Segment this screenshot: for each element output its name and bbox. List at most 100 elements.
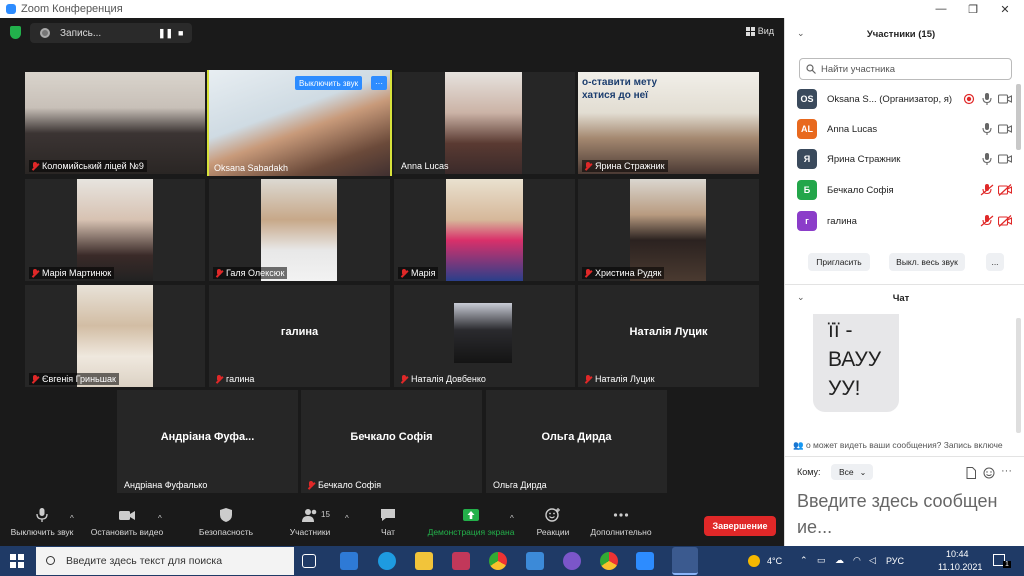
video-off-icon[interactable] [998,215,1012,227]
tray-language-indicator[interactable]: РУС [886,556,904,566]
security-button[interactable]: Безопасность [196,508,256,537]
media-player-icon[interactable] [452,552,470,570]
participant-row[interactable]: AL Anna Lucas [797,119,1012,139]
mail-app-icon[interactable] [340,552,358,570]
encryption-shield-icon[interactable] [10,26,21,39]
video-camera-icon [119,511,135,520]
stop-recording-button[interactable]: ■ [178,28,183,38]
weather-temperature[interactable]: 4°C [767,556,782,566]
muted-mic-icon [308,480,315,490]
mute-all-button[interactable]: Выкл. весь звук [889,253,965,271]
window-titlebar: Zoom Конференция — ❐ ✕ [0,0,1024,18]
video-tile-bechkalo-sofiia[interactable]: Бечкало Софія Бечкало Софія [301,390,482,493]
participants-more-button[interactable]: ... [986,253,1004,271]
meeting-toolbar: Выключить звук ^ Остановить видео ^ Безо… [0,496,784,546]
participant-search-input[interactable]: Найти участника [799,58,1012,80]
more-options-button[interactable]: Дополнительно [588,508,654,537]
video-tile-halyna[interactable]: галина галина [209,285,390,387]
zoom-taskbar-icon[interactable] [636,552,654,570]
muted-mic-icon [32,268,39,278]
weather-sun-icon[interactable] [748,555,760,567]
video-tile-kolomyia-lyceum[interactable]: Коломийський ліцей №9 [25,72,205,174]
chat-scrollbar[interactable] [1016,318,1021,433]
video-tile-khrystyna-rudiak[interactable]: Христина Рудяк [578,179,759,281]
windows-start-icon[interactable] [10,554,24,568]
viber-app-icon[interactable] [563,552,581,570]
edge-browser-icon[interactable] [378,552,396,570]
participant-row[interactable]: OS Oksana S... (Организатор, я) [797,89,1012,109]
audio-options-caret[interactable]: ^ [70,514,74,523]
tile-name-label: Євгенія Гриньшак [29,373,119,385]
video-options-caret[interactable]: ^ [158,514,162,523]
microphone-icon[interactable] [980,123,994,135]
tray-wifi-icon[interactable]: ◠ [853,555,861,566]
video-tile-nataliia-dovbenko[interactable]: Наталія Довбенко [394,285,575,387]
tile-name-label: Anna Lucas [401,161,449,171]
tray-volume-icon[interactable]: ◁ [869,555,876,566]
participants-options-caret[interactable]: ^ [345,514,349,523]
participant-row[interactable]: Б Бечкало Софія [797,180,1012,200]
video-feed [445,72,522,174]
muted-microphone-icon[interactable] [980,184,994,196]
pause-recording-button[interactable]: ❚❚ [158,28,173,39]
video-tile-yaryna-strazhnyk[interactable]: о-ставити мету хатися до неї Ярина Страж… [578,72,759,174]
recipient-dropdown[interactable]: Все ⌄ [831,464,873,480]
muted-microphone-icon[interactable] [980,215,994,227]
video-feed [77,179,153,281]
muted-mic-icon [585,268,592,278]
participants-scrollbar[interactable] [1016,84,1021,150]
taskbar-clock-time[interactable]: 10:44 [946,549,969,559]
video-off-icon[interactable] [998,184,1012,196]
maximize-button[interactable]: ❐ [956,0,990,18]
microphone-icon[interactable] [980,93,994,105]
avatar: Б [797,180,817,200]
participant-row[interactable]: Я Ярина Стражник [797,149,1012,169]
chrome-profile-icon[interactable] [600,552,618,570]
zoom-meeting-taskbar-icon[interactable] [672,547,698,575]
tray-cloud-icon[interactable]: ☁ [835,555,844,566]
video-tile-olha-dyrda[interactable]: Ольга Дирда Ольга Дирда [486,390,667,493]
mute-button[interactable]: Выключить звук [7,508,77,537]
reactions-button[interactable]: Реакции [535,508,571,537]
video-tile-anna-lucas[interactable]: Anna Lucas [394,72,575,174]
share-screen-button[interactable]: Демонстрация экрана [424,508,518,537]
chat-button[interactable]: Чат [374,508,402,537]
view-button[interactable]: Вид [745,26,774,36]
video-tile-nataliia-lutsyk[interactable]: Наталія Луцик Наталія Луцик [578,285,759,387]
avatar: OS [797,89,817,109]
taskbar-search-input[interactable]: Введите здесь текст для поиска [36,547,294,575]
video-tile-oksana-sabadakh[interactable]: Выключить звук ··· Oksana Sabadakh [207,70,392,176]
tray-chevron-up-icon[interactable]: ⌃ [800,555,808,566]
end-meeting-button[interactable]: Завершение [704,516,776,536]
tile-more-button[interactable]: ··· [371,76,387,90]
video-tile-mariia-martyniuk[interactable]: Марія Мартинюк [25,179,205,281]
video-tile-mariia[interactable]: Марія [394,179,575,281]
close-window-button[interactable]: ✕ [988,0,1022,18]
invite-button[interactable]: Пригласить [808,253,870,271]
minimize-button[interactable]: — [924,0,958,18]
window-title: Zoom Конференция [21,3,123,15]
participant-row[interactable]: г галина [797,211,1012,231]
emoji-icon[interactable] [983,467,995,479]
file-explorer-icon[interactable] [415,552,433,570]
video-camera-icon[interactable] [998,123,1012,135]
meeting-topbar: Запись... ❚❚ ■ Вид [0,18,784,48]
video-tile-andriana-fufalko[interactable]: Андріана Фуфа... Андріана Фуфалько [117,390,298,493]
taskbar-clock-date[interactable]: 11.10.2021 [938,562,982,572]
video-camera-icon[interactable] [998,93,1012,105]
task-view-icon[interactable] [302,554,316,568]
side-panel: ⌄ Участники (15) Найти участника OS Oksa… [784,18,1024,546]
video-camera-icon[interactable] [998,153,1012,165]
chat-more-button[interactable]: ··· [1001,465,1012,477]
chat-message-input[interactable]: Введите здесь сообщен ие... [797,488,1017,540]
chrome-browser-icon[interactable] [489,552,507,570]
file-attach-icon[interactable] [966,467,976,479]
store-app-icon[interactable] [526,552,544,570]
unmute-participant-button[interactable]: Выключить звук [295,76,363,90]
share-options-caret[interactable]: ^ [510,514,514,523]
video-tile-halia-oleksiuk[interactable]: Галя Олексюк [209,179,390,281]
tray-network-icon[interactable]: ▭ [817,555,826,566]
microphone-icon[interactable] [980,153,994,165]
stop-video-button[interactable]: Остановить видео [88,508,166,537]
video-tile-yevheniia-hrynshak[interactable]: Євгенія Гриньшак [25,285,205,387]
